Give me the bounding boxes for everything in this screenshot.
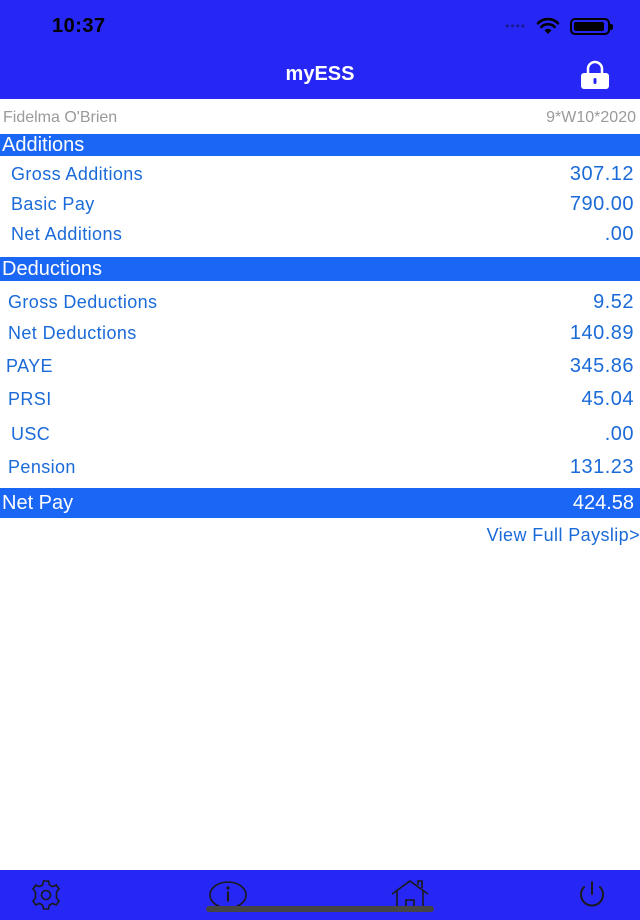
row-label: PRSI — [8, 388, 52, 409]
list-item: Gross Additions 307.12 — [0, 161, 640, 187]
row-label: Net Deductions — [8, 322, 137, 343]
list-item: Net Additions .00 — [0, 221, 640, 247]
row-value: 790.00 — [569, 192, 634, 215]
row-value: 307.12 — [569, 162, 634, 185]
list-item: Net Deductions 140.89 — [0, 320, 640, 346]
list-item: PAYE 345.86 — [0, 353, 640, 379]
list-item: USC .00 — [0, 421, 640, 447]
wifi-icon — [536, 17, 560, 34]
home-indicator — [206, 906, 434, 912]
status-time: 10:37 — [52, 15, 106, 37]
tab-bar — [0, 870, 640, 920]
deductions-header: Deductions — [0, 257, 640, 281]
list-item: Gross Deductions 9.52 — [0, 289, 640, 315]
row-label: Pension — [8, 456, 76, 477]
row-value: 140.89 — [569, 321, 634, 344]
row-label: Net Additions — [11, 223, 123, 244]
row-label: Gross Deductions — [8, 291, 158, 312]
employee-row: Fidelma O'Brien 9*W10*2020 — [0, 104, 640, 132]
row-value: 45.04 — [581, 387, 634, 410]
row-value: 9.52 — [593, 290, 634, 313]
list-item: Pension 131.23 — [0, 454, 640, 480]
net-pay-value: 424.58 — [572, 491, 634, 514]
view-full-payslip-link[interactable]: View Full Payslip> — [487, 525, 640, 546]
pay-period: 9*W10*2020 — [546, 109, 636, 126]
employee-name: Fidelma O'Brien — [3, 109, 118, 126]
row-value: .00 — [604, 422, 634, 445]
top-bar: 10:37 •••• myESS — [0, 0, 640, 99]
power-icon — [580, 881, 604, 907]
list-item: PRSI 45.04 — [0, 386, 640, 412]
net-pay-bar: Net Pay 424.58 — [0, 488, 640, 518]
lock-icon[interactable] — [578, 59, 612, 91]
row-label: Basic Pay — [11, 193, 95, 214]
tab-settings[interactable] — [26, 878, 66, 912]
signal-icon: •••• — [505, 19, 526, 33]
gear-icon — [31, 880, 61, 910]
row-label: PAYE — [6, 355, 53, 376]
additions-header: Additions — [0, 134, 640, 156]
tab-logout[interactable] — [572, 878, 612, 912]
list-item: Basic Pay 790.00 — [0, 191, 640, 217]
row-value: 345.86 — [569, 354, 634, 377]
battery-icon — [570, 17, 613, 35]
page-title: myESS — [285, 63, 355, 85]
row-label: Gross Additions — [11, 163, 144, 184]
row-value: 131.23 — [569, 455, 634, 478]
status-icons: •••• — [505, 17, 613, 35]
row-value: .00 — [604, 222, 634, 245]
row-label: USC — [11, 423, 51, 444]
net-pay-label: Net Pay — [2, 491, 74, 514]
